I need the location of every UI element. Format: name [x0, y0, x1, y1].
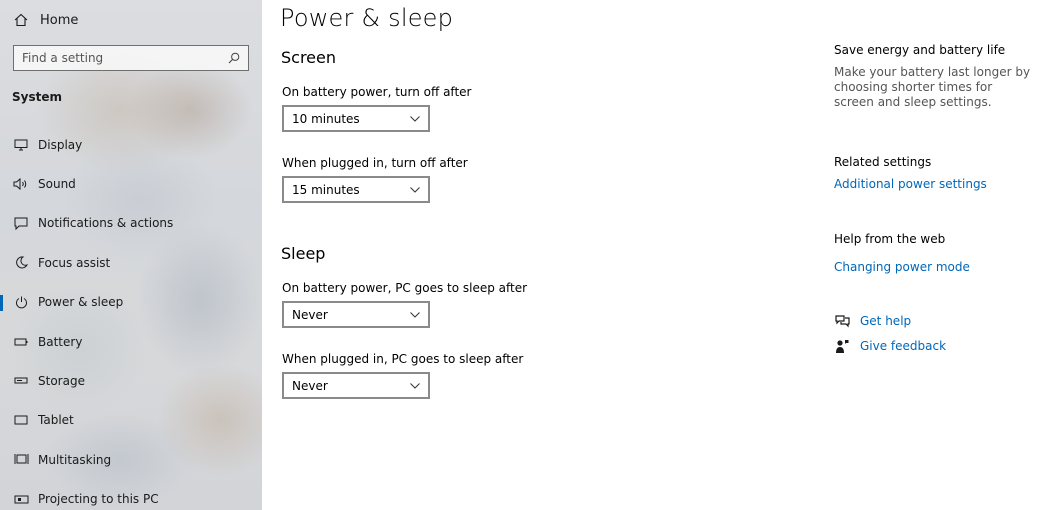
battery-icon [12, 334, 30, 350]
home-button[interactable]: Home [12, 10, 78, 30]
save-energy-text: Make your battery last longer by choosin… [834, 65, 1031, 109]
sidebar-item-focus-assist[interactable]: Focus assist [0, 243, 262, 282]
sleep-battery-dropdown[interactable]: Never [282, 301, 430, 328]
feedback-icon [834, 338, 850, 354]
get-help-label: Get help [860, 314, 912, 328]
chevron-down-icon [410, 185, 420, 195]
sidebar-item-label: Notifications & actions [38, 216, 174, 231]
help-heading: Help from the web [834, 232, 946, 246]
sidebar-item-label: Tablet [38, 413, 74, 428]
sidebar-item-label: Display [38, 137, 83, 152]
save-energy-heading: Save energy and battery life [834, 43, 1006, 57]
screen-battery-dropdown[interactable]: 10 minutes [282, 105, 430, 132]
chevron-down-icon [410, 310, 420, 320]
notification-icon [12, 215, 30, 231]
screen-heading: Screen [281, 48, 337, 67]
screen-battery-label: On battery power, turn off after [282, 85, 472, 99]
sidebar-item-label: Sound [38, 177, 76, 192]
sidebar-item-multitasking[interactable]: Multitasking [0, 440, 262, 479]
sleep-battery-label: On battery power, PC goes to sleep after [282, 281, 528, 295]
chat-help-icon [834, 313, 850, 329]
screen-plugged-dropdown[interactable]: 15 minutes [282, 176, 430, 203]
give-feedback-label: Give feedback [860, 339, 947, 353]
sidebar-item-notifications[interactable]: Notifications & actions [0, 204, 262, 243]
sidebar-item-power-sleep[interactable]: Power & sleep [0, 283, 262, 322]
sleep-heading: Sleep [281, 244, 326, 263]
sidebar-item-tablet[interactable]: Tablet [0, 401, 262, 440]
search-icon[interactable] [228, 49, 240, 68]
chevron-down-icon [410, 114, 420, 124]
sidebar-item-label: Power & sleep [38, 295, 124, 310]
tablet-icon [12, 412, 30, 428]
speaker-icon [12, 176, 30, 192]
home-label: Home [40, 12, 79, 28]
storage-icon [12, 373, 30, 389]
sidebar-item-label: Projecting to this PC [38, 492, 159, 507]
sidebar-item-label: Battery [38, 334, 83, 349]
search-input[interactable] [22, 51, 212, 65]
give-feedback-link[interactable]: Give feedback [834, 338, 946, 354]
section-label: System [12, 90, 62, 104]
changing-power-mode-link[interactable]: Changing power mode [834, 260, 970, 274]
additional-power-settings-link[interactable]: Additional power settings [834, 177, 987, 191]
sidebar-item-battery[interactable]: Battery [0, 322, 262, 361]
monitor-icon [12, 137, 30, 153]
sleep-plugged-dropdown[interactable]: Never [282, 372, 430, 399]
dropdown-value: Never [292, 307, 328, 322]
multitasking-icon [12, 452, 30, 468]
home-icon [12, 11, 30, 29]
sidebar-item-label: Focus assist [38, 255, 111, 270]
dropdown-value: 10 minutes [292, 111, 360, 126]
sidebar-item-label: Multitasking [38, 452, 112, 467]
sidebar-item-projecting[interactable]: Projecting to this PC [0, 480, 262, 510]
dropdown-value: 15 minutes [292, 182, 360, 197]
page-title: Power & sleep [280, 4, 454, 32]
chevron-down-icon [410, 381, 420, 391]
dropdown-value: Never [292, 378, 328, 393]
sidebar-item-label: Storage [38, 374, 85, 389]
power-icon [12, 294, 30, 310]
sidebar-item-sound[interactable]: Sound [0, 164, 262, 203]
sidebar: Home System Display Sound Notifications … [0, 0, 262, 510]
projector-icon [12, 491, 30, 507]
sidebar-item-display[interactable]: Display [0, 125, 262, 164]
sidebar-nav: Display Sound Notifications & actions Fo… [0, 125, 262, 510]
moon-icon [12, 255, 30, 271]
search-box[interactable] [13, 45, 249, 71]
get-help-link[interactable]: Get help [834, 313, 911, 329]
sleep-plugged-label: When plugged in, PC goes to sleep after [282, 352, 524, 366]
screen-plugged-label: When plugged in, turn off after [282, 156, 468, 170]
sidebar-item-storage[interactable]: Storage [0, 361, 262, 400]
related-settings-heading: Related settings [834, 155, 932, 169]
